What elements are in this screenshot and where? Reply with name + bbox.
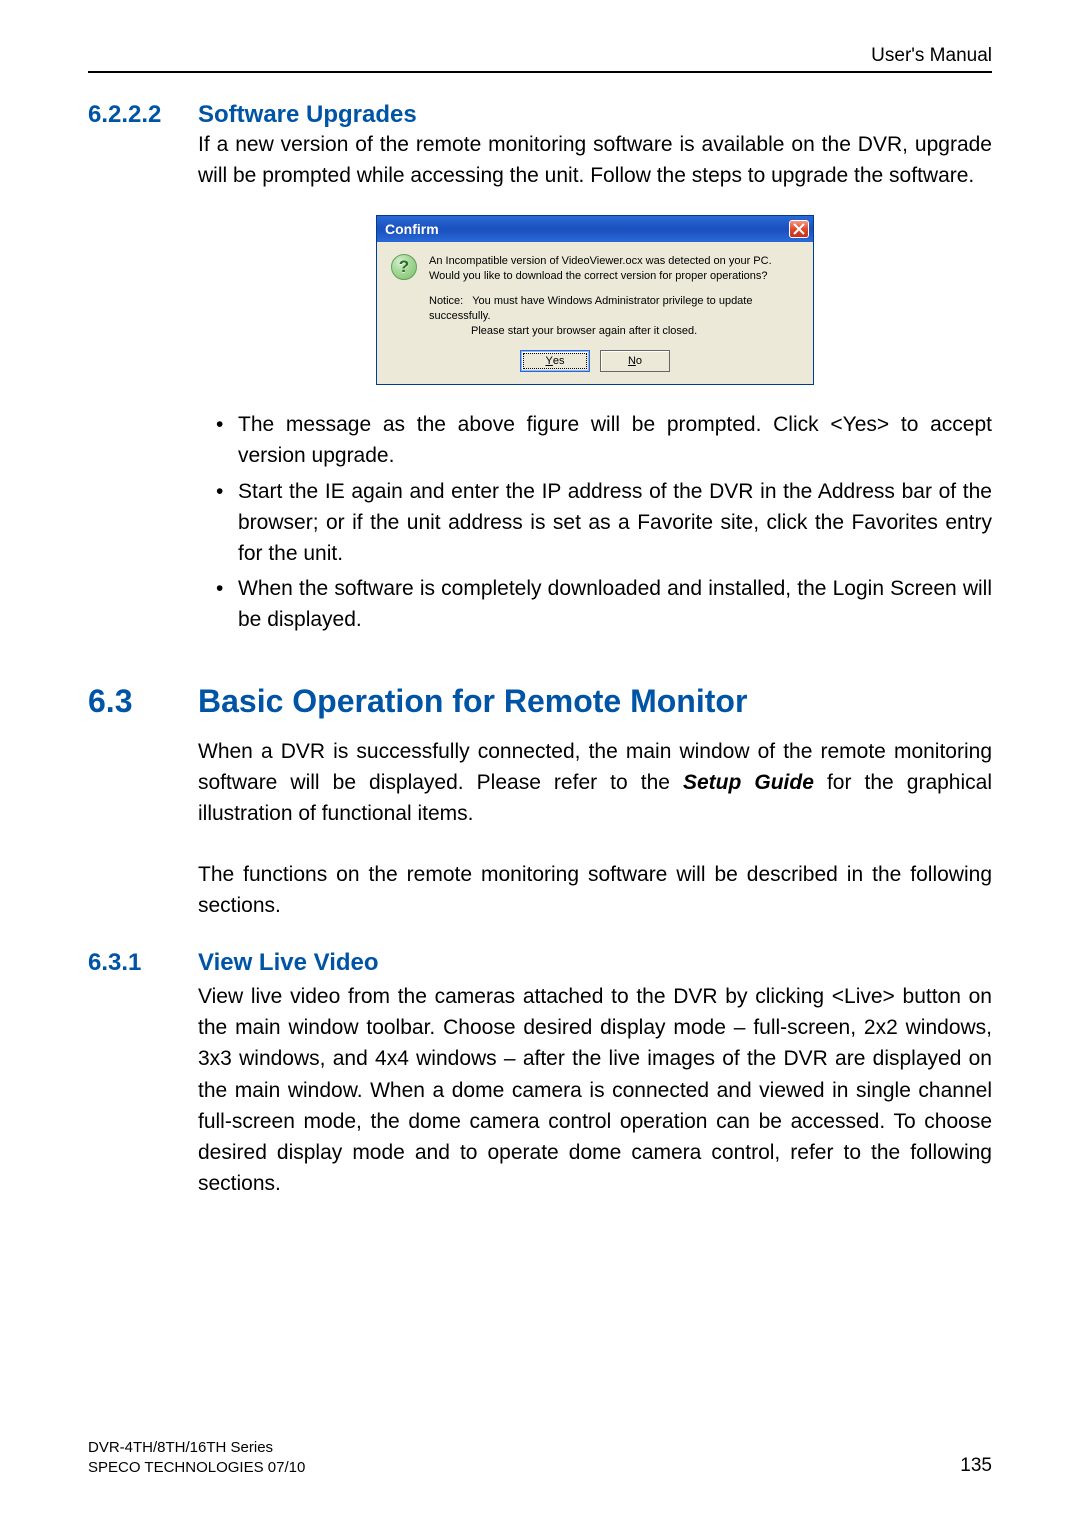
section-63-body: When a DVR is successfully connected, th…	[198, 736, 992, 921]
notice-line2: Please start your browser again after it…	[429, 324, 799, 339]
no-accel: N	[628, 354, 636, 369]
list-item: The message as the above figure will be …	[238, 409, 992, 471]
notice-line1: You must have Windows Administrator priv…	[429, 295, 752, 322]
dialog-message-line2: Would you like to download the correct v…	[429, 269, 772, 284]
page-number: 135	[960, 1455, 992, 1477]
heading-6-3-1: 6.3.1 View Live Video	[88, 949, 992, 977]
heading-title: View Live Video	[198, 949, 379, 977]
header-rule	[88, 71, 992, 73]
paragraph: When a DVR is successfully connected, th…	[198, 736, 992, 829]
dialog-button-row: Yes No	[391, 350, 799, 372]
section-6222-bullets: The message as the above figure will be …	[198, 409, 992, 635]
no-button[interactable]: No	[600, 350, 670, 372]
heading-title: Software Upgrades	[198, 101, 417, 129]
list-item-text: Start the IE again and enter the IP addr…	[238, 480, 992, 565]
heading-number: 6.3	[88, 683, 198, 720]
section-6222-intro: If a new version of the remote monitorin…	[198, 129, 992, 191]
list-item-text: The message as the above figure will be …	[238, 413, 992, 467]
page: User's Manual 6.2.2.2 Software Upgrades …	[0, 0, 1080, 1527]
dialog-body: ? An Incompatible version of VideoViewer…	[377, 242, 813, 384]
yes-button[interactable]: Yes	[520, 350, 590, 372]
heading-title: Basic Operation for Remote Monitor	[198, 683, 747, 720]
notice-label: Notice:	[429, 295, 463, 307]
setup-guide-emphasis: Setup Guide	[683, 771, 814, 794]
list-item: Start the IE again and enter the IP addr…	[238, 476, 992, 569]
no-rest: o	[636, 354, 642, 369]
series-label: DVR-4TH/8TH/16TH Series	[88, 1438, 305, 1458]
heading-6-3: 6.3 Basic Operation for Remote Monitor	[88, 683, 992, 720]
yes-rest: es	[553, 354, 565, 369]
section-631-body: View live video from the cameras attache…	[198, 981, 992, 1199]
list-item-text: When the software is completely download…	[238, 577, 992, 631]
list-item: When the software is completely download…	[238, 573, 992, 635]
dialog-notice: Notice: You must have Windows Administra…	[429, 294, 799, 339]
paragraph-text: View live video from the cameras attache…	[198, 985, 992, 1194]
dialog-titlebar: Confirm	[377, 216, 813, 242]
paragraph-text: The functions on the remote monitoring s…	[198, 863, 992, 917]
question-icon: ?	[391, 254, 417, 280]
yes-accel: Y	[546, 354, 553, 369]
dialog-message: An Incompatible version of VideoViewer.o…	[429, 254, 772, 284]
paragraph-text: If a new version of the remote monitorin…	[198, 133, 992, 187]
dialog-title-text: Confirm	[385, 221, 439, 237]
page-footer: DVR-4TH/8TH/16TH Series SPECO TECHNOLOGI…	[88, 1438, 992, 1477]
header-area: User's Manual	[88, 45, 992, 73]
heading-6-2-2-2: 6.2.2.2 Software Upgrades	[88, 101, 992, 129]
heading-number: 6.2.2.2	[88, 101, 198, 129]
paragraph: The functions on the remote monitoring s…	[198, 859, 992, 921]
confirm-dialog: Confirm ? An Incompatible version of Vid…	[376, 215, 814, 385]
confirm-dialog-figure: Confirm ? An Incompatible version of Vid…	[198, 215, 992, 385]
doc-title: User's Manual	[88, 45, 992, 71]
company-label: SPECO TECHNOLOGIES 07/10	[88, 1458, 305, 1478]
footer-left: DVR-4TH/8TH/16TH Series SPECO TECHNOLOGI…	[88, 1438, 305, 1477]
heading-number: 6.3.1	[88, 949, 198, 977]
dialog-message-line1: An Incompatible version of VideoViewer.o…	[429, 254, 772, 269]
close-icon[interactable]	[789, 220, 809, 238]
